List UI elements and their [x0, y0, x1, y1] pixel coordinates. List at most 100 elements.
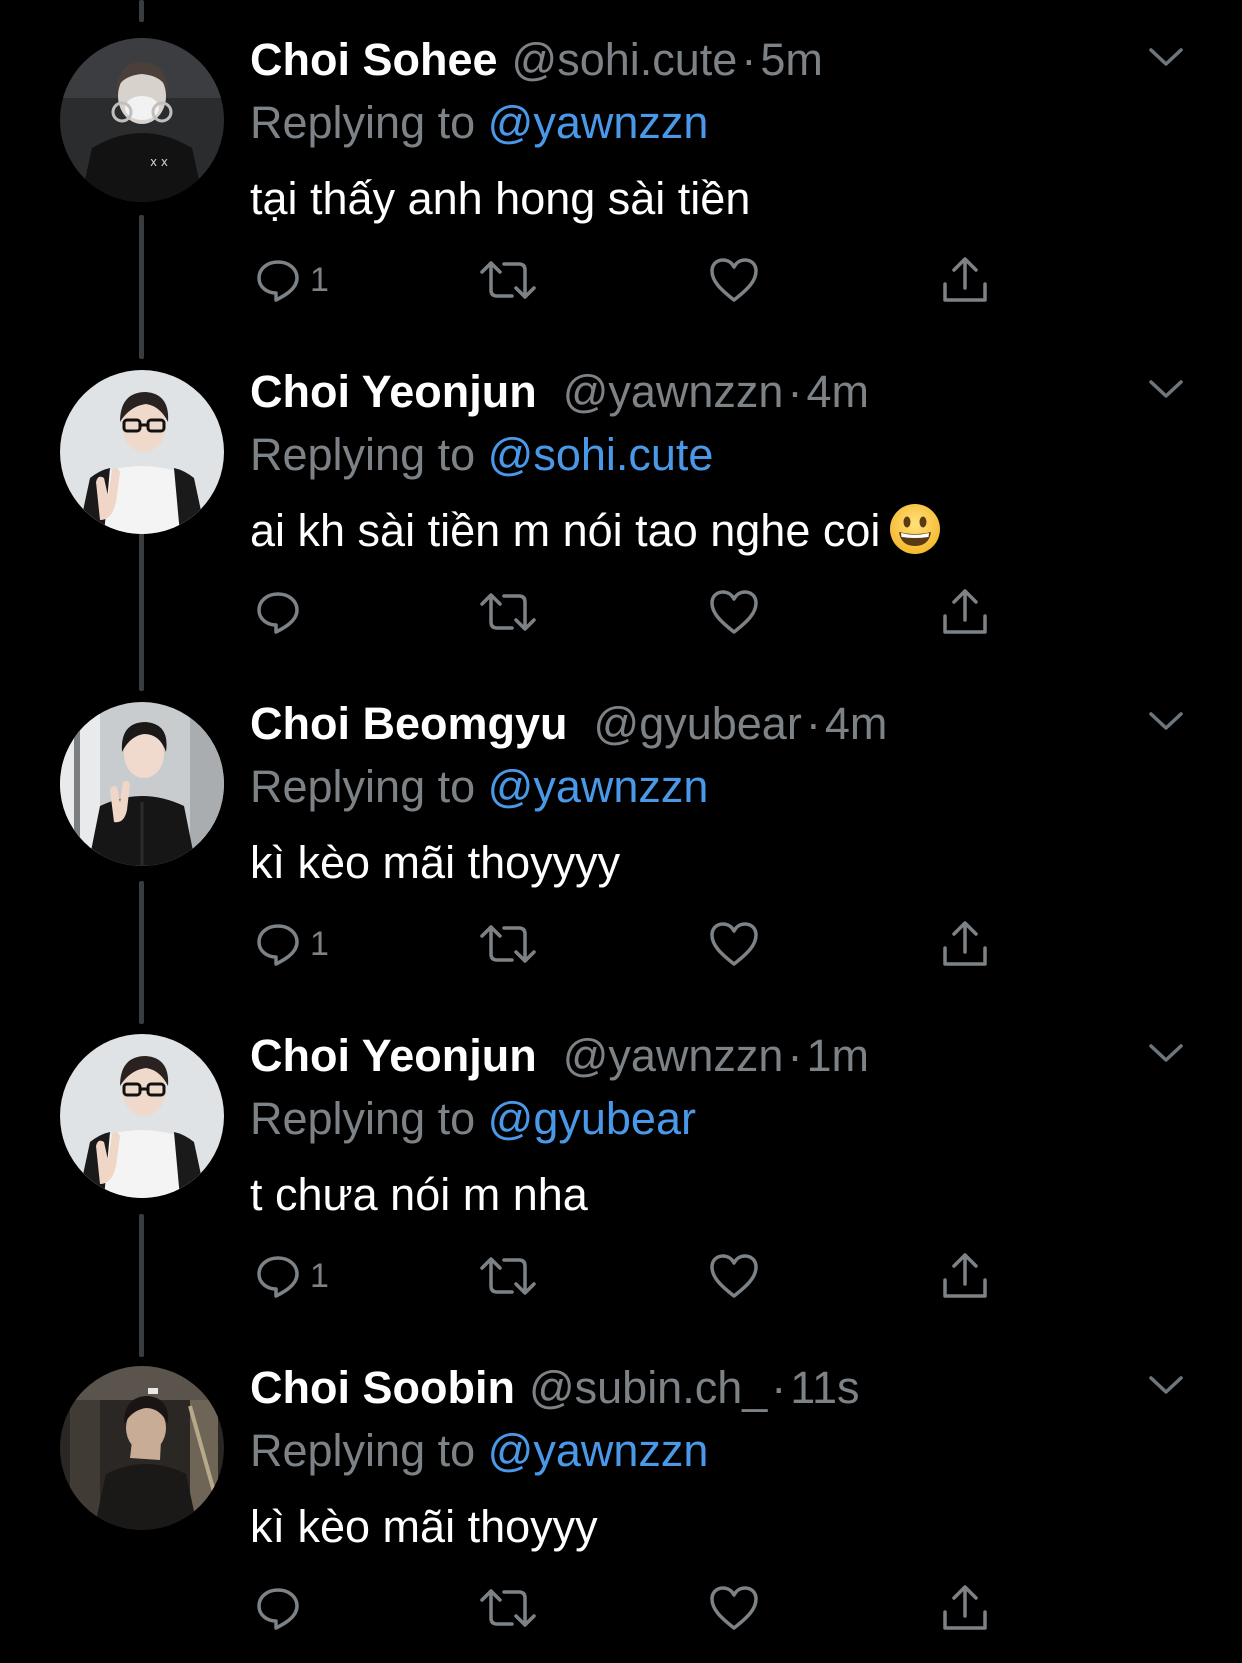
tweet-text: kì kèo mãi thoyyy [250, 1501, 598, 1552]
replying-to-link[interactable]: @sohi.cute [488, 429, 714, 480]
handle[interactable]: @yawnzzn [563, 1030, 784, 1081]
share-button[interactable] [940, 1578, 990, 1638]
display-name[interactable]: Choi Beomgyu [250, 698, 568, 749]
reply-button[interactable] [254, 582, 310, 642]
tweet-actions [250, 582, 1010, 642]
tweet-actions: 1 [250, 1246, 1010, 1306]
reply-icon [257, 1256, 299, 1298]
replying-to-link[interactable]: @yawnzzn [488, 761, 709, 812]
retweet-icon [480, 1257, 536, 1295]
share-icon [943, 257, 987, 302]
like-icon [710, 258, 758, 302]
like-icon [710, 1586, 758, 1630]
like-button[interactable] [708, 582, 760, 642]
like-button[interactable] [708, 250, 760, 310]
like-icon [710, 590, 758, 634]
caret-down-icon[interactable] [1146, 42, 1186, 72]
timestamp[interactable]: 11s [790, 1362, 859, 1413]
reply-icon [257, 1588, 299, 1630]
display-name[interactable]: Choi Soobin [250, 1362, 515, 1413]
share-icon [943, 1253, 987, 1298]
caret-down-icon[interactable] [1146, 374, 1186, 404]
reply-tweet[interactable]: Choi Yeonjun @yawnzzn·1m Replying to @gyu… [0, 996, 1242, 1328]
tweet-text: kì kèo mãi thoyyyy [250, 837, 621, 888]
handle[interactable]: @subin.ch_ [529, 1362, 767, 1413]
tweet-header: Choi Sohee @sohi.cute·5m [250, 28, 823, 92]
timestamp[interactable]: 1m [806, 1030, 869, 1081]
handle[interactable]: @yawnzzn [563, 366, 784, 417]
reply-button[interactable]: 1 [254, 914, 329, 974]
retweet-icon [480, 261, 536, 299]
reply-button[interactable] [254, 1578, 310, 1638]
tweet-actions: 1 [250, 914, 1010, 974]
tweet-actions [250, 1578, 1010, 1638]
replying-to: Replying to @yawnzzn [250, 756, 708, 818]
reply-button[interactable]: 1 [254, 250, 329, 310]
reply-tweet[interactable]: Choi Beomgyu @gyubear·4m Replying to @yaw… [0, 664, 1242, 996]
retweet-button[interactable] [478, 1578, 538, 1638]
like-icon [710, 922, 758, 966]
replying-to-link[interactable]: @gyubear [488, 1093, 696, 1144]
timestamp[interactable]: 4m [825, 698, 888, 749]
share-button[interactable] [940, 250, 990, 310]
avatar[interactable]: x x [60, 38, 224, 202]
tweet-text: t chưa nói m nha [250, 1169, 588, 1220]
replying-to: Replying to @yawnzzn [250, 1420, 708, 1482]
replying-to-label: Replying to [250, 97, 476, 148]
avatar[interactable] [60, 1034, 224, 1198]
share-button[interactable] [940, 914, 990, 974]
reply-tweet[interactable]: Choi Yeonjun @yawnzzn·4m Replying to @soh… [0, 332, 1242, 664]
replying-to-link[interactable]: @yawnzzn [488, 97, 709, 148]
caret-down-icon[interactable] [1146, 1370, 1186, 1400]
separator-dot: · [787, 366, 803, 417]
replying-to: Replying to @gyubear [250, 1088, 696, 1150]
display-name[interactable]: Choi Yeonjun [250, 1030, 537, 1081]
avatar[interactable] [60, 370, 224, 534]
avatar-image: x x [60, 38, 224, 202]
share-button[interactable] [940, 582, 990, 642]
share-button[interactable] [940, 1246, 990, 1306]
svg-text:x x: x x [150, 155, 168, 169]
tweet-header: Choi Beomgyu @gyubear·4m [250, 692, 887, 756]
handle[interactable]: @gyubear [594, 698, 802, 749]
tweet-header: Choi Yeonjun @yawnzzn·4m [250, 360, 869, 424]
reply-count: 1 [310, 260, 329, 299]
like-button[interactable] [708, 914, 760, 974]
reply-icon [257, 924, 299, 966]
retweet-button[interactable] [478, 250, 538, 310]
like-button[interactable] [708, 1246, 760, 1306]
like-button[interactable] [708, 1578, 760, 1638]
tweet-text: tại thấy anh hong sài tiền [250, 173, 751, 224]
share-icon [943, 921, 987, 966]
avatar-image [60, 702, 224, 866]
retweet-button[interactable] [478, 1246, 538, 1306]
tweet-actions: 1 [250, 250, 1010, 310]
separator-dot: · [741, 34, 757, 85]
separator-dot: · [771, 1362, 787, 1413]
reply-tweet[interactable]: x x Choi Sohee @sohi.cute·5m Replying to … [0, 0, 1242, 332]
replying-to: Replying to @sohi.cute [250, 424, 713, 486]
retweet-button[interactable] [478, 582, 538, 642]
reply-icon [257, 592, 299, 634]
share-icon [943, 589, 987, 634]
replying-to: Replying to @yawnzzn [250, 92, 708, 154]
avatar[interactable] [60, 702, 224, 866]
replying-to-label: Replying to [250, 1093, 476, 1144]
display-name[interactable]: Choi Yeonjun [250, 366, 537, 417]
replying-to-link[interactable]: @yawnzzn [488, 1425, 709, 1476]
avatar-image [60, 1366, 224, 1530]
retweet-button[interactable] [478, 914, 538, 974]
reply-button[interactable]: 1 [254, 1246, 329, 1306]
display-name[interactable]: Choi Sohee [250, 34, 498, 85]
share-icon [943, 1585, 987, 1630]
reply-tweet[interactable]: Choi Soobin @subin.ch_·11s Replying to @y… [0, 1328, 1242, 1660]
avatar-image [60, 370, 224, 534]
caret-down-icon[interactable] [1146, 1038, 1186, 1068]
avatar[interactable] [60, 1366, 224, 1530]
tweet-text-row: ai kh sài tiền m nói tao nghe coi [250, 496, 942, 566]
caret-down-icon[interactable] [1146, 706, 1186, 736]
handle[interactable]: @sohi.cute [512, 34, 738, 85]
timestamp[interactable]: 5m [760, 34, 823, 85]
timestamp[interactable]: 4m [806, 366, 869, 417]
reply-icon [257, 260, 299, 302]
